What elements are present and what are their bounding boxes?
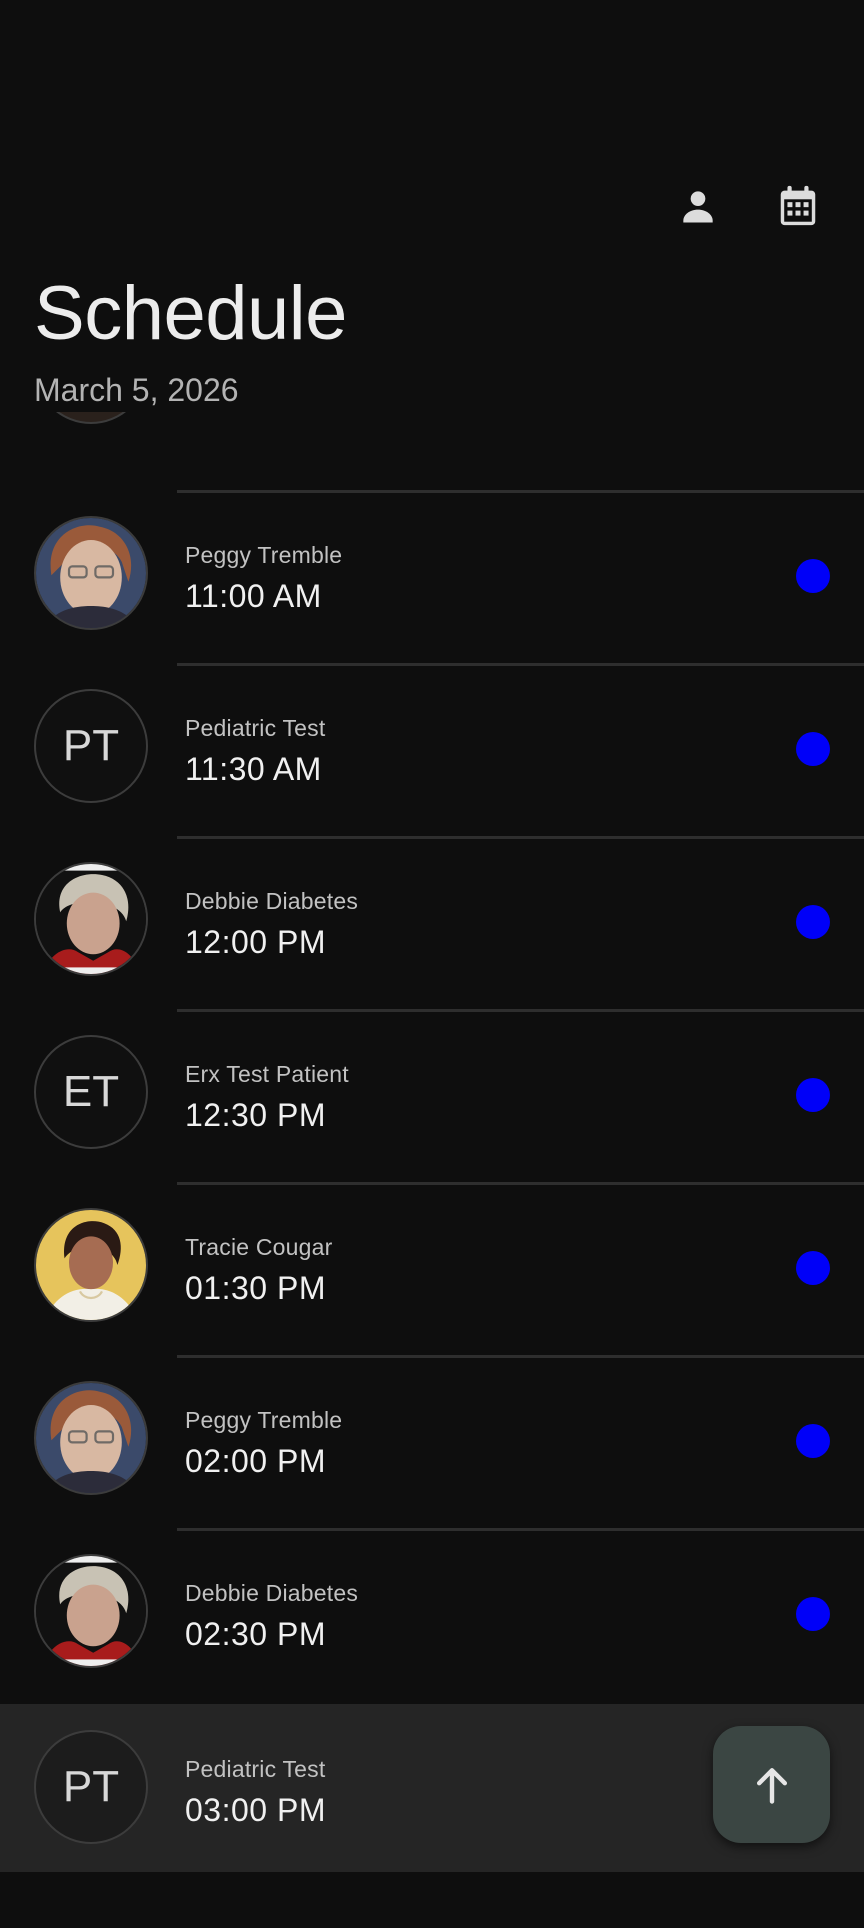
patient-name: Peggy Tremble	[185, 1407, 343, 1433]
calendar-icon	[780, 185, 816, 226]
arrow-up-icon	[756, 1767, 787, 1804]
avatar	[34, 862, 148, 976]
status-dot	[796, 1597, 830, 1631]
avatar-initials: PT	[34, 1730, 148, 1844]
row-divider	[177, 663, 864, 666]
patient-name: Peggy Tremble	[185, 542, 343, 568]
patient-photo-icon	[36, 864, 146, 974]
profile-button[interactable]	[668, 178, 728, 234]
patient-name: Pediatric Test	[185, 715, 326, 741]
appointment-time: 12:30 PM	[185, 1097, 326, 1133]
partial-avatar	[34, 412, 148, 424]
row-divider	[177, 1528, 864, 1531]
scroll-to-top-button[interactable]	[713, 1726, 830, 1843]
status-dot	[796, 905, 830, 939]
patient-photo-icon	[36, 1556, 146, 1666]
patient-name: Debbie Diabetes	[185, 1580, 359, 1606]
row-divider	[177, 1355, 864, 1358]
patient-photo-icon	[36, 518, 146, 628]
page-title: Schedule	[34, 271, 347, 356]
appointment-row[interactable]: PT Pediatric Test 11:30 AM	[0, 663, 864, 835]
appointment-time: 02:30 PM	[185, 1616, 326, 1652]
appointment-row[interactable]: Tracie Cougar 01:30 PM	[0, 1182, 864, 1354]
avatar-initials: PT	[34, 689, 148, 803]
patient-name: Pediatric Test	[185, 1756, 326, 1782]
appointment-row[interactable]: Peggy Tremble 11:00 AM	[0, 490, 864, 662]
appointment-time: 03:00 PM	[185, 1792, 326, 1828]
person-icon	[683, 191, 713, 223]
row-divider	[177, 1182, 864, 1185]
patient-name: Debbie Diabetes	[185, 888, 359, 914]
patient-photo-icon	[36, 1383, 146, 1493]
appointment-time: 11:30 AM	[185, 751, 322, 787]
calendar-button[interactable]	[768, 178, 828, 234]
status-dot	[796, 1251, 830, 1285]
appointment-time: 11:00 AM	[185, 578, 322, 614]
avatar	[34, 516, 148, 630]
row-divider	[177, 490, 864, 493]
appointment-row[interactable]: Debbie Diabetes 12:00 PM	[0, 836, 864, 1008]
appointment-row[interactable]: ET Erx Test Patient 12:30 PM	[0, 1009, 864, 1181]
schedule-date: March 5, 2026	[34, 372, 239, 408]
avatar-initials: ET	[34, 1035, 148, 1149]
avatar	[34, 1381, 148, 1495]
status-dot	[796, 559, 830, 593]
header-actions	[668, 178, 828, 234]
appointment-row[interactable]: Debbie Diabetes 02:30 PM	[0, 1528, 864, 1700]
appointment-time: 12:00 PM	[185, 924, 326, 960]
status-dot	[796, 1424, 830, 1458]
patient-photo-icon	[36, 1210, 146, 1320]
appointment-time: 01:30 PM	[185, 1270, 326, 1306]
patient-name: Tracie Cougar	[185, 1234, 333, 1260]
appointment-list[interactable]: Peggy Tremble 11:00 AM PT Pediatric Test…	[0, 412, 864, 1872]
avatar	[34, 1554, 148, 1668]
appointment-row[interactable]: Peggy Tremble 02:00 PM	[0, 1355, 864, 1527]
row-divider	[177, 836, 864, 839]
status-dot	[796, 1078, 830, 1112]
avatar	[34, 1208, 148, 1322]
row-divider	[177, 1009, 864, 1012]
status-dot	[796, 732, 830, 766]
patient-name: Erx Test Patient	[185, 1061, 349, 1087]
appointment-time: 02:00 PM	[185, 1443, 326, 1479]
